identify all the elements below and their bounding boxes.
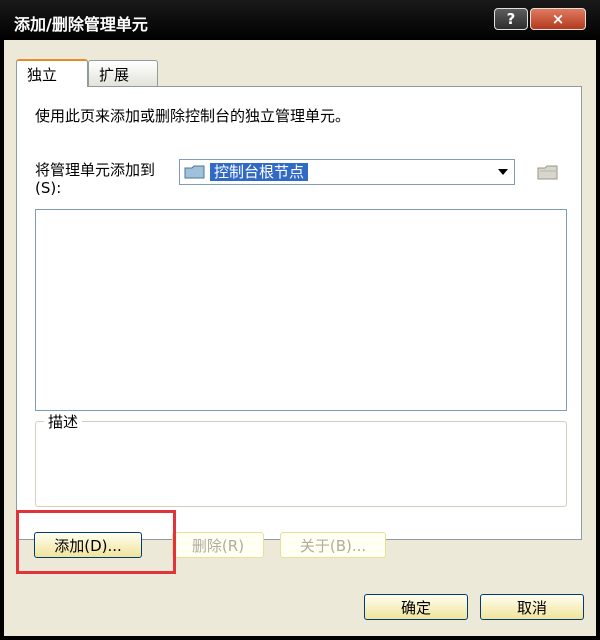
snapin-list[interactable] <box>35 209 567 411</box>
help-icon: ? <box>506 10 516 28</box>
window-title: 添加/删除管理单元 <box>14 15 148 34</box>
close-button[interactable]: × <box>530 8 586 30</box>
tab-panel: 使用此页来添加或删除控制台的独立管理单元。 将管理单元添加到(S): 控制台根节… <box>16 86 582 540</box>
cancel-button[interactable]: 取消 <box>480 594 584 620</box>
chevron-down-icon[interactable] <box>498 169 508 175</box>
ok-button[interactable]: 确定 <box>364 594 468 620</box>
add-to-label: 将管理单元添加到(S): <box>35 161 156 197</box>
dialog-client-area: 独立 扩展 使用此页来添加或删除控制台的独立管理单元。 将管理单元添加到(S):… <box>4 40 596 636</box>
tab-standalone[interactable]: 独立 <box>16 59 88 87</box>
title-bar: 添加/删除管理单元 ? × <box>0 0 600 40</box>
add-remove-snapin-dialog: 添加/删除管理单元 ? × 独立 扩展 使用此页来添加或删除控制台的独立管理单元… <box>0 0 600 640</box>
help-button[interactable]: ? <box>494 8 528 30</box>
add-to-dropdown[interactable]: 控制台根节点 <box>179 159 515 185</box>
description-group: 描述 <box>35 411 567 507</box>
intro-text: 使用此页来添加或删除控制台的独立管理单元。 <box>35 107 351 125</box>
description-label: 描述 <box>44 411 83 432</box>
remove-button[interactable]: 删除(R) <box>172 532 264 558</box>
folder-icon <box>184 165 205 179</box>
close-icon: × <box>551 10 565 28</box>
tab-extensions[interactable]: 扩展 <box>88 60 158 86</box>
add-to-selected-value: 控制台根节点 <box>210 163 309 181</box>
about-button[interactable]: 关于(B)... <box>280 532 386 558</box>
highlight-box <box>16 510 176 574</box>
folder-browse-icon[interactable] <box>537 163 559 181</box>
